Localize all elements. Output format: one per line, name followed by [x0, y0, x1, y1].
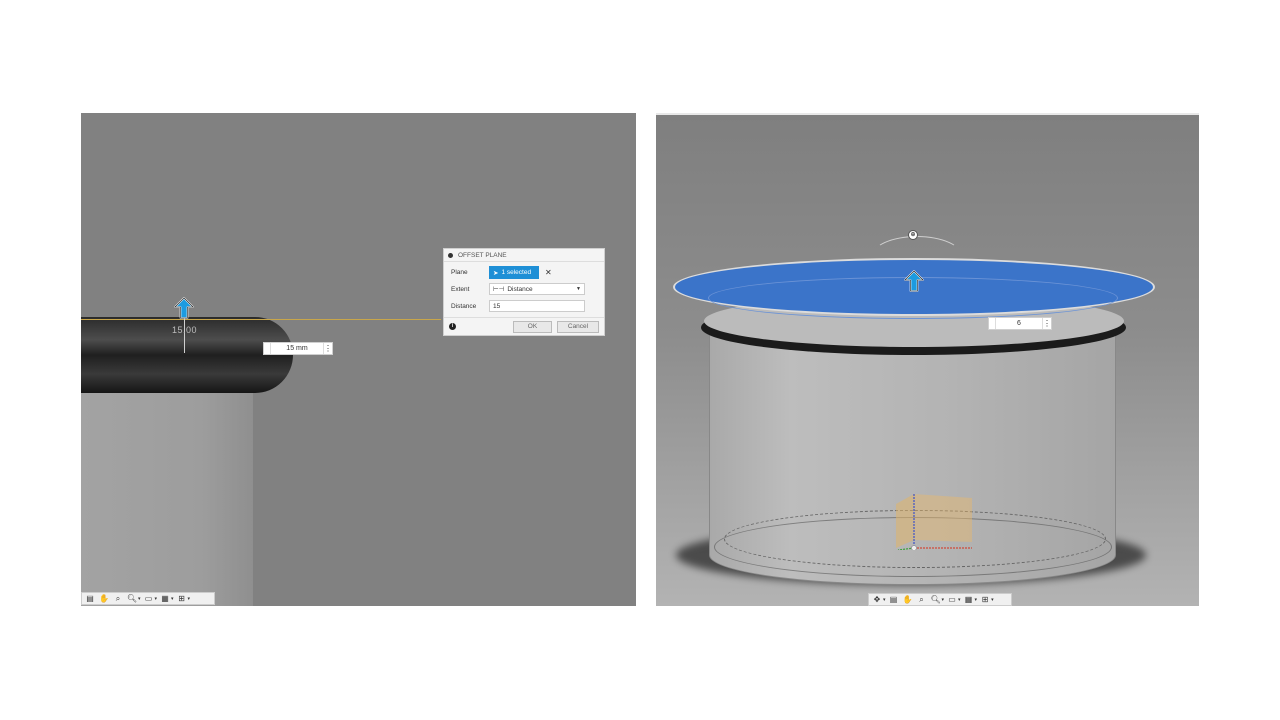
viewport-right[interactable]: ⊕ 6 ⋮ ✥ ▾ ▤ ✋ ⌕ 🔍︎ ▾ ▭ ▾ ▦ ▾ ⊞ ▾ — [656, 113, 1199, 606]
more-options-icon[interactable]: ⋮ — [1042, 318, 1051, 329]
offset-plane-dialog: OFFSET PLANE Plane ➤ 1 selected ✕ Extent… — [443, 248, 605, 336]
cylinder-body — [81, 383, 253, 606]
chevron-down-icon[interactable]: ▾ — [138, 596, 141, 602]
chevron-down-icon[interactable]: ▾ — [975, 597, 978, 603]
extent-row: Extent ⊢⊣ Distance ▼ — [451, 283, 585, 295]
grip-handle[interactable] — [989, 318, 996, 329]
plane-label: Plane — [451, 269, 468, 276]
chevron-down-icon: ▼ — [576, 286, 581, 292]
collapse-icon[interactable] — [448, 252, 453, 258]
distance-icon: ⊢⊣ — [493, 286, 505, 293]
ok-button[interactable]: OK — [513, 320, 552, 333]
drag-arrow-icon[interactable] — [174, 297, 194, 319]
grip-handle[interactable] — [264, 343, 271, 354]
move-icon[interactable]: ✥ — [871, 595, 883, 605]
distance-field[interactable]: 15 — [489, 300, 585, 312]
pan-icon[interactable]: ✋ — [902, 595, 914, 605]
zoom-icon[interactable]: 🔍︎ — [126, 594, 138, 604]
navigation-toolbar: ▤ ✋ ⌕ 🔍︎ ▾ ▭ ▾ ▦ ▾ ⊞ ▾ — [81, 592, 215, 605]
offset-plane-edge — [81, 319, 441, 320]
pan-icon[interactable]: ✋ — [98, 594, 110, 604]
grid-icon[interactable]: ▦ — [963, 595, 975, 605]
dimension-label: 15.00 — [172, 325, 198, 335]
chevron-down-icon[interactable]: ▾ — [155, 596, 158, 602]
grid-icon[interactable]: ▦ — [159, 594, 171, 604]
drag-arrow-icon[interactable] — [904, 270, 924, 292]
cursor-icon: ➤ — [493, 269, 499, 277]
extent-label: Extent — [451, 285, 470, 293]
plane-select-button[interactable]: ➤ 1 selected — [489, 266, 539, 279]
zoom-window-icon[interactable]: ⌕ — [112, 594, 124, 604]
zoom-icon[interactable]: 🔍︎ — [930, 595, 942, 605]
cancel-button[interactable]: Cancel — [557, 320, 599, 333]
more-options-icon[interactable]: ⋮ — [323, 343, 332, 354]
chevron-down-icon[interactable]: ▾ — [171, 596, 174, 602]
info-icon[interactable]: i — [449, 323, 456, 330]
chevron-down-icon[interactable]: ▾ — [883, 597, 886, 603]
extent-value: Distance — [507, 285, 533, 293]
viewports-icon[interactable]: ⊞ — [979, 595, 991, 605]
extent-dropdown[interactable]: ⊢⊣ Distance ▼ — [489, 283, 585, 295]
navigation-toolbar: ✥ ▾ ▤ ✋ ⌕ 🔍︎ ▾ ▭ ▾ ▦ ▾ ⊞ ▾ — [868, 593, 1012, 606]
inline-input-value[interactable]: 6 — [996, 320, 1042, 327]
origin-planes-icon — [896, 494, 972, 550]
viewport-left[interactable]: 15.00 15 mm ⋮ ▤ ✋ ⌕ 🔍︎ ▾ ▭ ▾ ▦ ▾ ⊞ ▾ — [81, 113, 636, 606]
distance-label: Distance — [451, 302, 477, 310]
distance-inline-input[interactable]: 15 mm ⋮ — [263, 342, 333, 355]
dialog-title: OFFSET PLANE — [458, 251, 507, 259]
chevron-down-icon[interactable]: ▾ — [942, 597, 945, 603]
dialog-footer: i OK Cancel — [444, 317, 604, 335]
viewports-icon[interactable]: ⊞ — [176, 594, 188, 604]
chevron-down-icon[interactable]: ▾ — [188, 596, 191, 602]
plane-select-value: 1 selected — [501, 269, 532, 276]
distance-inline-input[interactable]: 6 ⋮ — [988, 317, 1052, 330]
orbit-icon[interactable]: ▤ — [888, 595, 900, 605]
clear-selection-icon[interactable]: ✕ — [545, 268, 552, 277]
orbit-icon[interactable]: ▤ — [84, 594, 96, 604]
display-settings-icon[interactable]: ▭ — [143, 594, 155, 604]
inline-input-value[interactable]: 15 mm — [271, 345, 323, 352]
chevron-down-icon[interactable]: ▾ — [991, 597, 994, 603]
chevron-down-icon[interactable]: ▾ — [958, 597, 961, 603]
plane-row: Plane ➤ 1 selected ✕ — [451, 266, 552, 279]
dialog-header[interactable]: OFFSET PLANE — [444, 249, 604, 262]
display-settings-icon[interactable]: ▭ — [946, 595, 958, 605]
rotate-handle-icon[interactable]: ⊕ — [908, 230, 918, 240]
zoom-window-icon[interactable]: ⌕ — [916, 595, 928, 605]
distance-row: Distance 15 — [451, 300, 585, 312]
